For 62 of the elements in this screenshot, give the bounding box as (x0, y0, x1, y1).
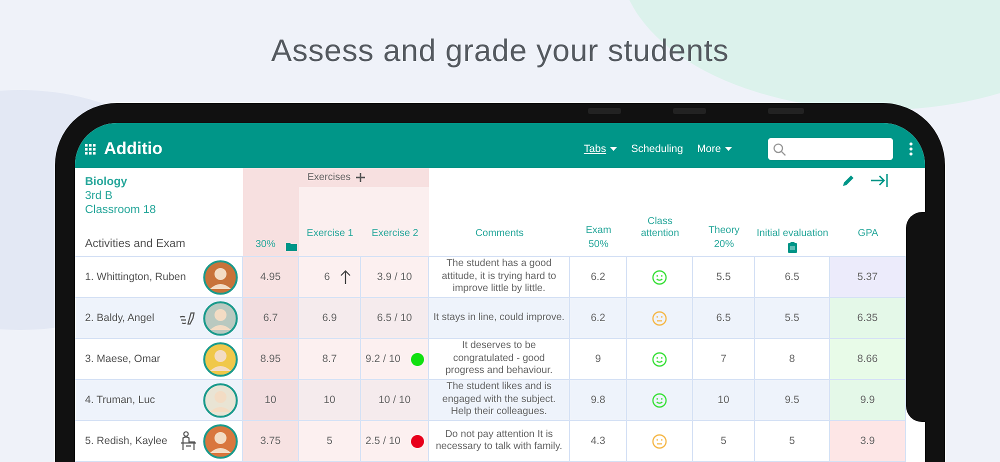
grade-cell[interactable]: 6 (299, 257, 361, 298)
student-name: 5. Redish, Kaylee (85, 435, 168, 447)
gpa-cell: 5.37 (830, 257, 906, 298)
grade-cell[interactable]: 5 (693, 421, 755, 462)
grade-cell[interactable]: 5.5 (755, 298, 830, 339)
grade-cell[interactable]: 6.7 (243, 298, 299, 339)
comment-cell[interactable]: It deserves to be congratulated - good progress and behaviour. (429, 339, 570, 380)
group-header[interactable]: Exercises (243, 168, 429, 187)
comment-cell[interactable]: The student has a good attitude, it is trying hard to improve little by little. (429, 257, 570, 298)
nav-menu-item[interactable]: Scheduling (631, 143, 684, 155)
column-header[interactable]: Exercise 1 (299, 187, 361, 257)
grade-cell[interactable]: 8 (755, 339, 830, 380)
grade-cell[interactable]: 3.9 / 10 (361, 257, 429, 298)
grade-cell[interactable]: 6.5 / 10 (361, 298, 429, 339)
student-name: 4. Truman, Luc (85, 394, 156, 406)
grade-cell[interactable]: 7 (693, 339, 755, 380)
student-name: 3. Maese, Omar (85, 353, 160, 365)
grade-cell[interactable]: 6.2 (570, 257, 627, 298)
grade-cell[interactable]: 10 (693, 380, 755, 421)
student-cell[interactable]: 3. Maese, Omar (75, 339, 243, 380)
student-cell[interactable]: 1. Whittington, Ruben (75, 257, 243, 298)
app-logo: Additio (104, 139, 163, 159)
grade-cell[interactable]: 9 (570, 339, 627, 380)
grade-cell[interactable]: 5 (755, 421, 830, 462)
grade-cell[interactable]: 6.5 (755, 257, 830, 298)
grade-cell[interactable]: 9.2 / 10 (361, 339, 429, 380)
grade-cell[interactable]: 2.5 / 10 (361, 421, 429, 462)
subject-name: Biology (85, 175, 128, 189)
class-group: 3rd B (85, 189, 233, 203)
grade-cell[interactable]: 4.3 (570, 421, 627, 462)
nav-menu-item[interactable]: More (697, 143, 732, 155)
gpa-cell: 9.9 (830, 380, 906, 421)
grade-cell[interactable]: 5 (299, 421, 361, 462)
grade-cell[interactable]: 5.5 (693, 257, 755, 298)
student-cell[interactable]: 4. Truman, Luc (75, 380, 243, 421)
student-cell[interactable]: 2. Baldy, Angel (75, 298, 243, 339)
grade-cell[interactable]: 10 (243, 380, 299, 421)
grade-cell[interactable]: 10 (299, 380, 361, 421)
grade-cell[interactable]: 10 / 10 (361, 380, 429, 421)
classroom-name: Classroom 18 (85, 203, 157, 217)
grade-cell[interactable]: 6.2 (570, 298, 627, 339)
student-cell[interactable]: 5. Redish, Kaylee (75, 421, 243, 462)
comment-cell[interactable]: Do not pay attention It is necessary to talk with family. (429, 421, 570, 462)
grade-cell[interactable]: 8.95 (243, 339, 299, 380)
student-name: 1. Whittington, Ruben (85, 271, 186, 283)
comment-cell[interactable]: It stays in line, could improve. (429, 298, 570, 339)
grade-cell[interactable]: 6.9 (299, 298, 361, 339)
column-header[interactable]: Exercise 2 (361, 187, 429, 257)
grade-cell[interactable]: 4.95 (243, 257, 299, 298)
gradebook-title: Activities and Exam (85, 238, 186, 250)
grade-cell[interactable]: 8.7 (299, 339, 361, 380)
grade-cell[interactable]: 9.8 (570, 380, 627, 421)
grade-cell[interactable]: 6.5 (693, 298, 755, 339)
gpa-cell: 3.9 (830, 421, 906, 462)
grade-cell[interactable]: 9.5 (755, 380, 830, 421)
grade-cell[interactable]: 3.75 (243, 421, 299, 462)
student-name: 2. Baldy, Angel (85, 312, 154, 324)
headline: Assess and grade your students (271, 32, 729, 70)
gpa-cell: 6.35 (830, 298, 906, 339)
gpa-cell: 8.66 (830, 339, 906, 380)
comment-cell[interactable]: The student likes and is engaged with the subject. Help their colleagues. (429, 380, 570, 421)
nav-menu-item[interactable]: Tabs (584, 143, 618, 155)
